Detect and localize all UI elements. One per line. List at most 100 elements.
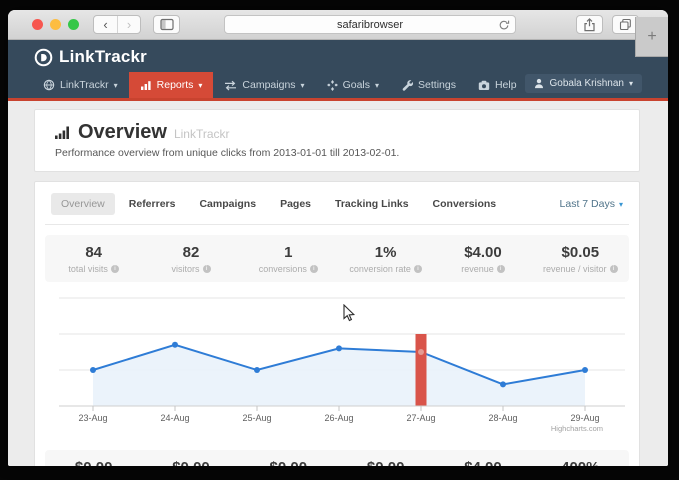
page-header: Overview LinkTrackr Performance overview… bbox=[34, 109, 640, 172]
share-button[interactable] bbox=[576, 15, 603, 34]
stat-visitors: 82 visitors bbox=[142, 244, 239, 274]
nav-item-linktrackr[interactable]: LinkTrackr bbox=[32, 72, 129, 98]
forward-button[interactable] bbox=[117, 16, 140, 33]
svg-text:Highcharts.com: Highcharts.com bbox=[551, 424, 603, 433]
nav-label: Reports bbox=[157, 79, 194, 91]
nav-label: Help bbox=[495, 79, 517, 91]
nav-label: LinkTrackr bbox=[60, 79, 109, 91]
user-name: Gobala Krishnan bbox=[549, 78, 624, 89]
stats-row-top: 84 total visits 82 visitors 1 conversion… bbox=[45, 235, 629, 282]
shuffle-icon bbox=[224, 80, 237, 91]
bar-chart-icon bbox=[140, 80, 152, 91]
stats-row-bottom: $0.00 total cost $0.00 cost / visit $0.0… bbox=[45, 450, 629, 466]
stat-label: total visits bbox=[68, 264, 108, 274]
stat-cost-visit: $0.00 cost / visit bbox=[142, 459, 239, 466]
stat-roi: 400% roi bbox=[532, 459, 629, 466]
stat-value: 1% bbox=[337, 244, 434, 261]
page-content: Overview LinkTrackr Performance overview… bbox=[8, 101, 668, 466]
stat-value: $0.00 bbox=[240, 459, 337, 466]
nav-item-campaigns[interactable]: Campaigns bbox=[213, 72, 315, 98]
caret-down-icon bbox=[619, 198, 623, 210]
report-tabs: Overview Referrers Campaigns Pages Track… bbox=[45, 191, 629, 225]
info-icon[interactable] bbox=[310, 265, 318, 273]
page-title-brand: LinkTrackr bbox=[174, 127, 230, 141]
date-range-label: Last 7 Days bbox=[560, 198, 615, 210]
stat-value: $0.00 bbox=[142, 459, 239, 466]
tabs-icon bbox=[619, 18, 632, 31]
stat-revenue-visitor: $0.05 revenue / visitor bbox=[532, 244, 629, 274]
address-bar[interactable]: safaribrowser bbox=[224, 15, 516, 34]
stat-total-cost: $0.00 total cost bbox=[45, 459, 142, 466]
browser-toolbar: safaribrowser bbox=[8, 10, 668, 40]
svg-text:28-Aug: 28-Aug bbox=[488, 413, 517, 423]
nav-label: Goals bbox=[343, 79, 370, 91]
info-icon[interactable] bbox=[111, 265, 119, 273]
info-icon[interactable] bbox=[203, 265, 211, 273]
nav-item-reports[interactable]: Reports bbox=[129, 72, 214, 98]
report-card: Overview Referrers Campaigns Pages Track… bbox=[34, 181, 640, 466]
brand: LinkTrackr bbox=[8, 40, 668, 72]
zoom-window-button[interactable] bbox=[68, 19, 79, 30]
chart-canvas: 23-Aug24-Aug25-Aug26-Aug27-Aug28-Aug29-A… bbox=[53, 288, 631, 438]
browser-window: safaribrowser bbox=[8, 10, 668, 466]
diamond-icon bbox=[327, 80, 338, 91]
reload-icon[interactable] bbox=[498, 19, 510, 34]
stat-value: 1 bbox=[240, 244, 337, 261]
stat-value: $0.05 bbox=[532, 244, 629, 261]
nav-label: Settings bbox=[418, 79, 456, 91]
tab-tracking-links[interactable]: Tracking Links bbox=[325, 193, 419, 215]
info-icon[interactable] bbox=[497, 265, 505, 273]
stat-value: 400% bbox=[532, 459, 629, 466]
svg-text:25-Aug: 25-Aug bbox=[242, 413, 271, 423]
page-title: Overview bbox=[78, 121, 167, 144]
user-menu-button[interactable]: Gobala Krishnan bbox=[525, 74, 642, 93]
visits-chart[interactable]: 23-Aug24-Aug25-Aug26-Aug27-Aug28-Aug29-A… bbox=[45, 288, 629, 440]
info-icon[interactable] bbox=[610, 265, 618, 273]
help-icon bbox=[478, 80, 490, 91]
info-icon[interactable] bbox=[414, 265, 422, 273]
tab-referrers[interactable]: Referrers bbox=[119, 193, 186, 215]
svg-text:23-Aug: 23-Aug bbox=[78, 413, 107, 423]
sidebar-toggle-button[interactable] bbox=[153, 15, 180, 34]
stat-label: conversion rate bbox=[349, 264, 411, 274]
svg-text:24-Aug: 24-Aug bbox=[160, 413, 189, 423]
globe-icon bbox=[43, 79, 55, 91]
caret-down-icon bbox=[375, 79, 379, 91]
nav-item-help[interactable]: Help bbox=[467, 72, 528, 98]
stat-profit: $4.00 profit bbox=[434, 459, 531, 466]
stat-value: 82 bbox=[142, 244, 239, 261]
nav-item-goals[interactable]: Goals bbox=[316, 72, 390, 98]
close-window-button[interactable] bbox=[32, 19, 43, 30]
stat-value: $4.00 bbox=[434, 459, 531, 466]
svg-text:29-Aug: 29-Aug bbox=[570, 413, 599, 423]
svg-text:26-Aug: 26-Aug bbox=[324, 413, 353, 423]
stat-revenue: $4.00 revenue bbox=[434, 244, 531, 274]
stat-label: conversions bbox=[259, 264, 307, 274]
caret-down-icon bbox=[301, 79, 305, 91]
history-buttons bbox=[93, 15, 141, 34]
stat-cost-day: $0.00 cost / day bbox=[240, 459, 337, 466]
stat-cpa: $0.00 cpa bbox=[337, 459, 434, 466]
stat-value: $4.00 bbox=[434, 244, 531, 261]
window-controls bbox=[32, 19, 79, 30]
back-button[interactable] bbox=[94, 16, 117, 33]
sidebar-icon bbox=[160, 18, 174, 31]
mouse-cursor bbox=[343, 304, 356, 327]
new-tab-button[interactable] bbox=[635, 17, 668, 57]
stat-label: revenue / visitor bbox=[543, 264, 607, 274]
stat-value: $0.00 bbox=[45, 459, 142, 466]
overview-bars-icon bbox=[55, 125, 71, 140]
nav-label: Campaigns bbox=[242, 79, 295, 91]
url-text: safaribrowser bbox=[337, 19, 403, 31]
tab-overview[interactable]: Overview bbox=[51, 193, 115, 215]
main-menu: LinkTrackr Reports Campaigns bbox=[32, 72, 668, 98]
minimize-window-button[interactable] bbox=[50, 19, 61, 30]
date-range-selector[interactable]: Last 7 Days bbox=[560, 198, 623, 210]
caret-down-icon bbox=[198, 79, 202, 91]
tab-pages[interactable]: Pages bbox=[270, 193, 321, 215]
tab-conversions[interactable]: Conversions bbox=[423, 193, 507, 215]
nav-item-settings[interactable]: Settings bbox=[390, 72, 467, 98]
tab-campaigns[interactable]: Campaigns bbox=[189, 193, 266, 215]
stat-label: visitors bbox=[171, 264, 199, 274]
stat-value: $0.00 bbox=[337, 459, 434, 466]
